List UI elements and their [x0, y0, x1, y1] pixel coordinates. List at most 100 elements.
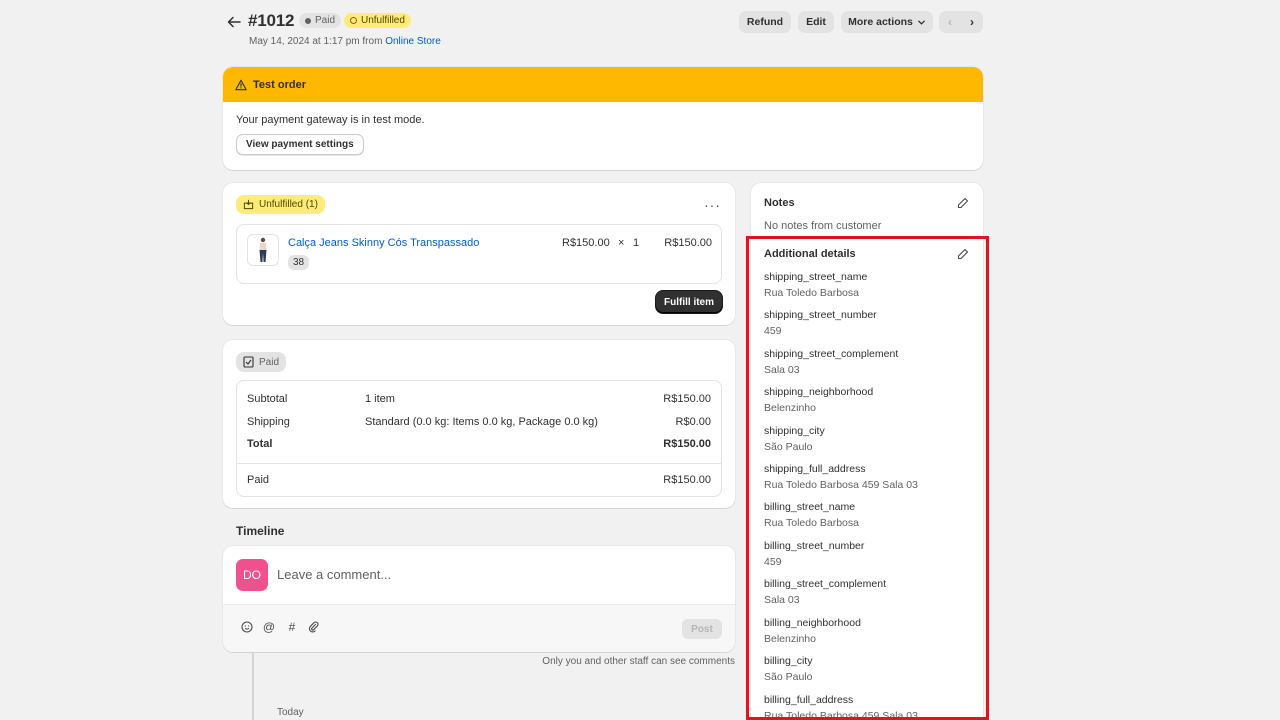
edit-button[interactable]: Edit	[798, 11, 834, 33]
back-arrow-icon[interactable]	[224, 12, 244, 32]
variant-badge: 38	[288, 255, 310, 270]
detail-item: shipping_neighborhood Belenzinho	[764, 386, 873, 414]
detail-key: shipping_street_complement	[764, 348, 899, 360]
fulfillment-box-icon	[243, 199, 254, 210]
additional-details-title: Additional details	[764, 248, 856, 260]
emoji-icon[interactable]	[240, 620, 254, 634]
detail-value: Rua Toledo Barbosa 459 Sala 03	[764, 479, 918, 491]
notes-card: Notes No notes from customer Additional …	[751, 183, 983, 720]
detail-item: shipping_street_number 459	[764, 309, 877, 337]
fulfill-item-button[interactable]: Fulfill item	[656, 291, 722, 313]
edit-additional-details-icon[interactable]	[957, 248, 969, 260]
comment-input[interactable]: Leave a comment...	[277, 567, 391, 582]
quantity: 1	[633, 237, 640, 249]
notes-title: Notes	[764, 197, 795, 209]
refund-button[interactable]: Refund	[739, 11, 791, 33]
edit-notes-icon[interactable]	[957, 197, 969, 209]
view-payment-settings-button[interactable]: View payment settings	[236, 134, 364, 155]
shipping-row: Shipping Standard (0.0 kg: Items 0.0 kg,…	[247, 416, 711, 428]
payment-summary: Subtotal 1 item R$150.00 Shipping Standa…	[236, 380, 722, 497]
paid-row: Paid R$150.00	[247, 474, 711, 486]
detail-key: shipping_neighborhood	[764, 386, 874, 398]
hashtag-icon[interactable]: #	[285, 620, 299, 634]
staff-note: Only you and other staff can see comment…	[542, 656, 735, 667]
warning-icon	[235, 79, 247, 90]
detail-value: Belenzinho	[764, 633, 816, 645]
timeline-line	[252, 652, 254, 720]
unfulfilled-badge-label: Unfulfilled	[361, 15, 405, 26]
subtotal-desc: 1 item	[365, 393, 395, 405]
attachment-icon[interactable]	[307, 620, 321, 634]
avatar: DO	[236, 559, 268, 591]
detail-key: billing_street_name	[764, 501, 856, 513]
detail-value: 459	[764, 556, 782, 568]
detail-key: billing_city	[764, 655, 813, 667]
line-item: Calça Jeans Skinny Cós Transpassado 38 R…	[236, 224, 722, 284]
detail-key: billing_street_number	[764, 540, 865, 552]
comment-box: DO Leave a comment... @ # Post	[223, 546, 735, 652]
order-date: May 14, 2024 at 1:17 pm from	[249, 36, 383, 47]
line-total: R$150.00	[664, 237, 712, 249]
receipt-check-icon	[243, 356, 254, 368]
subtotal-row: Subtotal 1 item R$150.00	[247, 393, 711, 405]
shipping-label: Shipping	[247, 416, 290, 428]
detail-key: billing_full_address	[764, 694, 854, 706]
total-amount: R$150.00	[663, 438, 711, 450]
banner-header: Test order	[223, 67, 983, 102]
mention-icon[interactable]: @	[262, 620, 276, 634]
timeline-today: Today	[277, 707, 304, 718]
detail-item: billing_full_address Rua Toledo Barbosa 4…	[764, 694, 918, 720]
detail-item: billing_city São Paulo	[764, 655, 812, 683]
unfulfilled-badge: Unfulfilled	[344, 13, 411, 28]
timeline-title: Timeline	[236, 524, 285, 538]
detail-value: Sala 03	[764, 594, 800, 606]
paid-badge: Paid	[299, 13, 342, 28]
paid-status-pill: Paid	[236, 352, 287, 372]
shipping-desc: Standard (0.0 kg: Items 0.0 kg, Package …	[365, 416, 598, 428]
channel-link[interactable]: Online Store	[385, 36, 441, 47]
paid-amount: R$150.00	[663, 474, 711, 486]
dot-icon	[305, 17, 311, 24]
next-order-icon[interactable]: ›	[961, 15, 983, 29]
fulfillment-status-label: Unfulfilled (1)	[259, 199, 318, 210]
paid-label: Paid	[247, 474, 270, 486]
detail-value: São Paulo	[764, 441, 813, 453]
detail-item: billing_street_name Rua Toledo Barbosa	[764, 501, 859, 529]
unit-price: R$150.00	[562, 237, 610, 249]
detail-item: shipping_street_complement Sala 03	[764, 348, 898, 376]
detail-value: Belenzinho	[764, 402, 816, 414]
detail-key: shipping_street_name	[764, 271, 868, 283]
chevron-down-icon	[918, 20, 925, 25]
total-row: Total R$150.00	[247, 438, 711, 450]
total-label: Total	[247, 438, 273, 450]
product-thumbnail[interactable]	[247, 234, 279, 266]
detail-item: shipping_city São Paulo	[764, 425, 825, 453]
detail-key: billing_neighborhood	[764, 617, 861, 629]
subtotal-amount: R$150.00	[663, 393, 711, 405]
banner-text: Your payment gateway is in test mode.	[236, 114, 425, 126]
detail-value: São Paulo	[764, 671, 813, 683]
order-title: #1012	[248, 11, 295, 30]
detail-value: Sala 03	[764, 364, 800, 376]
order-subline: May 14, 2024 at 1:17 pm from Online Stor…	[249, 36, 441, 47]
more-actions-button[interactable]: More actions	[841, 11, 933, 33]
more-actions-label: More actions	[848, 16, 913, 28]
detail-value: Rua Toledo Barbosa	[764, 517, 859, 529]
paid-badge-label: Paid	[315, 15, 336, 26]
detail-item: billing_street_number 459	[764, 540, 864, 568]
fulfillment-card: Unfulfilled (1) ··· Calça Jeans Skinny C…	[223, 183, 735, 325]
product-link[interactable]: Calça Jeans Skinny Cós Transpassado	[288, 237, 479, 249]
banner-title: Test order	[253, 78, 306, 91]
payment-status-label: Paid	[259, 356, 280, 368]
detail-item: billing_street_complement Sala 03	[764, 578, 886, 606]
subtotal-label: Subtotal	[247, 393, 288, 405]
notes-text: No notes from customer	[764, 220, 882, 232]
detail-item: shipping_full_address Rua Toledo Barbosa …	[764, 463, 918, 491]
detail-key: billing_street_complement	[764, 578, 886, 590]
detail-value: Rua Toledo Barbosa 459 Sala 03	[764, 710, 918, 720]
order-pagination: ‹ ›	[939, 11, 983, 33]
previous-order-icon[interactable]: ‹	[939, 15, 961, 29]
detail-key: shipping_full_address	[764, 463, 866, 475]
more-options-icon[interactable]: ···	[704, 197, 721, 213]
post-button[interactable]: Post	[682, 619, 722, 639]
